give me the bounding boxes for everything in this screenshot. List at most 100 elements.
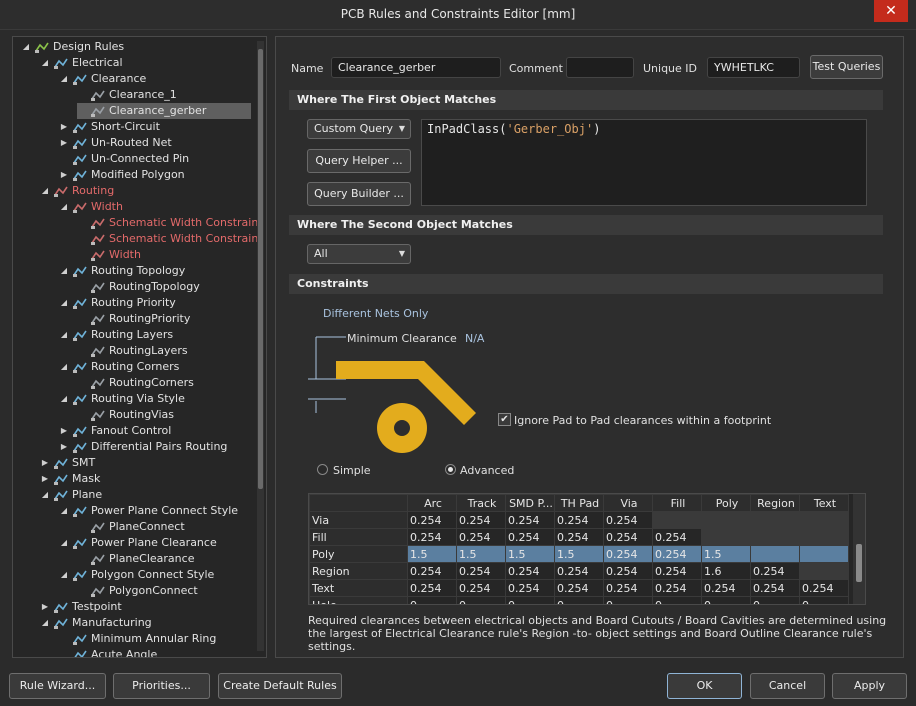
matrix-cell[interactable]: 0.254: [603, 562, 653, 580]
collapse-arrow-icon[interactable]: ▶: [40, 599, 50, 615]
matrix-cell[interactable]: 0.254: [750, 579, 800, 597]
matrix-scrollbar[interactable]: [853, 494, 865, 604]
tree-scrollbar[interactable]: [257, 41, 264, 651]
tree-item[interactable]: ▶ Un-Routed Net: [59, 135, 253, 151]
expand-arrow-icon[interactable]: ◢: [40, 183, 50, 199]
matrix-cell[interactable]: 0.254: [652, 528, 702, 546]
tree-item[interactable]: ▶ Modified Polygon: [59, 167, 253, 183]
matrix-cell[interactable]: 0: [603, 596, 653, 604]
collapse-arrow-icon[interactable]: ▶: [59, 167, 69, 183]
matrix-cell[interactable]: 0.254: [603, 511, 653, 529]
matrix-cell[interactable]: 0.254: [505, 562, 555, 580]
expand-arrow-icon[interactable]: ◢: [40, 55, 50, 71]
matrix-cell[interactable]: 0.254: [603, 579, 653, 597]
tree-item[interactable]: ▶ Short-Circuit: [59, 119, 253, 135]
tree-item[interactable]: ◢ Routing Layers: [59, 327, 253, 343]
matrix-cell[interactable]: 0: [799, 596, 849, 604]
tree-item[interactable]: ◢ Electrical: [40, 55, 253, 71]
matrix-cell[interactable]: 0.254: [554, 562, 604, 580]
query-builder-button[interactable]: Query Builder ...: [307, 182, 411, 206]
matrix-cell[interactable]: 0.254: [554, 579, 604, 597]
matrix-row[interactable]: Fill 0.254 0.254 0.254 0.254 0.254 0.254: [309, 528, 849, 546]
collapse-arrow-icon[interactable]: ▶: [40, 471, 50, 487]
matrix-cell[interactable]: [799, 562, 849, 580]
tree-item[interactable]: RoutingTopology: [77, 279, 253, 295]
matrix-cell[interactable]: [799, 528, 849, 546]
matrix-cell[interactable]: 0.254: [456, 511, 506, 529]
matrix-cell[interactable]: 0.254: [750, 562, 800, 580]
tree-item[interactable]: ◢ Routing Via Style: [59, 391, 253, 407]
matrix-cell[interactable]: 1.5: [456, 545, 506, 563]
tree-item[interactable]: ◢ Width: [59, 199, 253, 215]
matrix-row[interactable]: Hole 0 0 0 0 0 0 0 0 0: [309, 596, 849, 604]
tree-item[interactable]: ◢ Power Plane Clearance: [59, 535, 253, 551]
matrix-row[interactable]: Poly 1.5 1.5 1.5 1.5 0.254 0.254 1.5: [309, 545, 849, 563]
expand-arrow-icon[interactable]: ◢: [59, 327, 69, 343]
expand-arrow-icon[interactable]: ◢: [59, 199, 69, 215]
expand-arrow-icon[interactable]: ◢: [40, 615, 50, 631]
tree-item[interactable]: Minimum Annular Ring: [59, 631, 253, 647]
matrix-row[interactable]: Region 0.254 0.254 0.254 0.254 0.254 0.254 1.6 0…: [309, 562, 849, 580]
matrix-cell[interactable]: 0.254: [505, 579, 555, 597]
matrix-scrollbar-thumb[interactable]: [856, 544, 862, 582]
query-editor[interactable]: InPadClass('Gerber_Obj'): [421, 119, 867, 206]
simple-radio[interactable]: [317, 464, 328, 475]
tree-item[interactable]: RoutingLayers: [77, 343, 253, 359]
matrix-cell[interactable]: 0.254: [407, 579, 457, 597]
tree-item[interactable]: Clearance_gerber: [77, 103, 251, 119]
matrix-cell[interactable]: 0: [554, 596, 604, 604]
name-field[interactable]: Clearance_gerber: [331, 57, 501, 78]
matrix-cell[interactable]: [750, 528, 800, 546]
tree-scrollbar-thumb[interactable]: [258, 49, 263, 489]
priorities-button[interactable]: Priorities...: [113, 673, 210, 699]
matrix-cell[interactable]: 0.254: [505, 511, 555, 529]
rule-wizard-button[interactable]: Rule Wizard...: [9, 673, 106, 699]
collapse-arrow-icon[interactable]: ▶: [59, 135, 69, 151]
matrix-cell[interactable]: 0.254: [456, 562, 506, 580]
tree-item[interactable]: ▶ Fanout Control: [59, 423, 253, 439]
advanced-radio[interactable]: [445, 464, 456, 475]
expand-arrow-icon[interactable]: ◢: [59, 359, 69, 375]
matrix-cell[interactable]: 0.254: [456, 528, 506, 546]
expand-arrow-icon[interactable]: ◢: [59, 503, 69, 519]
tree-item[interactable]: PlaneConnect: [77, 519, 253, 535]
ignore-pad-checkbox[interactable]: ✔: [498, 413, 511, 426]
tree-item[interactable]: RoutingVias: [77, 407, 253, 423]
unique-id-field[interactable]: YWHETLKC: [707, 57, 800, 78]
tree-item[interactable]: ◢ Routing Corners: [59, 359, 253, 375]
matrix-cell[interactable]: [701, 511, 751, 529]
matrix-cell[interactable]: 0: [456, 596, 506, 604]
matrix-cell[interactable]: 0.254: [652, 562, 702, 580]
matrix-cell[interactable]: 0.254: [407, 511, 457, 529]
matrix-cell[interactable]: 0.254: [505, 528, 555, 546]
matrix-cell[interactable]: 1.5: [407, 545, 457, 563]
tree-item[interactable]: PlaneClearance: [77, 551, 253, 567]
tree-item[interactable]: ◢ Routing Priority: [59, 295, 253, 311]
expand-arrow-icon[interactable]: ◢: [21, 39, 31, 55]
matrix-cell[interactable]: 1.5: [554, 545, 604, 563]
tree-item[interactable]: ◢ Plane: [40, 487, 253, 503]
tree-item[interactable]: Schematic Width Constraint: [77, 215, 263, 231]
matrix-cell[interactable]: 0.254: [652, 579, 702, 597]
comment-field[interactable]: [566, 57, 634, 78]
expand-arrow-icon[interactable]: ◢: [59, 567, 69, 583]
tree-item[interactable]: ◢ Routing Topology: [59, 263, 253, 279]
matrix-cell[interactable]: 0.254: [603, 528, 653, 546]
tree-item[interactable]: PolygonConnect: [77, 583, 253, 599]
matrix-cell[interactable]: 0.254: [407, 562, 457, 580]
second-match-combo[interactable]: All ▼: [307, 244, 411, 264]
matrix-cell[interactable]: [750, 545, 800, 563]
cancel-button[interactable]: Cancel: [750, 673, 825, 699]
tree-item[interactable]: Schematic Width Constraint: [77, 231, 263, 247]
query-helper-button[interactable]: Query Helper ...: [307, 149, 411, 173]
ok-button[interactable]: OK: [667, 673, 742, 699]
matrix-cell[interactable]: 0.254: [652, 545, 702, 563]
matrix-cell[interactable]: [799, 545, 849, 563]
tree-item[interactable]: ◢ Polygon Connect Style: [59, 567, 253, 583]
expand-arrow-icon[interactable]: ◢: [59, 71, 69, 87]
matrix-cell[interactable]: 0.254: [799, 579, 849, 597]
close-button[interactable]: ✕: [874, 0, 908, 22]
tree-item[interactable]: ◢ Manufacturing: [40, 615, 253, 631]
matrix-cell[interactable]: 1.5: [701, 545, 751, 563]
tree-item[interactable]: Width: [77, 247, 253, 263]
